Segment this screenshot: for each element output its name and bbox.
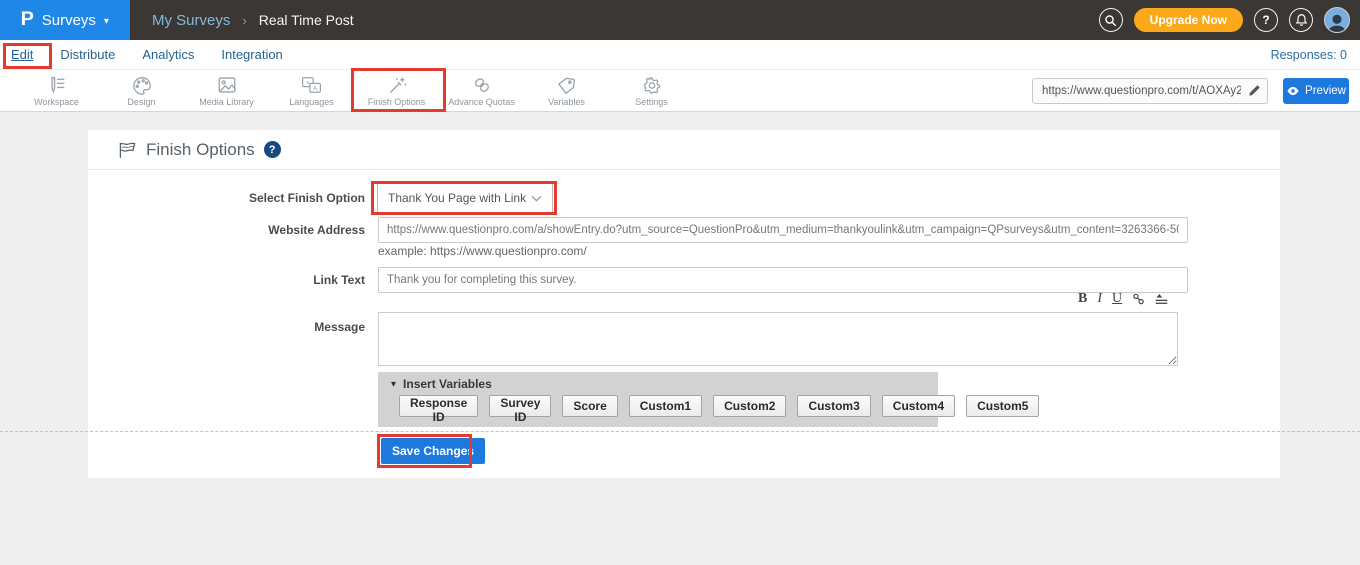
link-text-input[interactable] bbox=[378, 267, 1188, 293]
notifications-button[interactable] bbox=[1289, 8, 1313, 32]
user-avatar[interactable] bbox=[1324, 7, 1350, 33]
bell-icon bbox=[1295, 13, 1308, 27]
variable-button-custom2[interactable]: Custom2 bbox=[713, 395, 786, 417]
variable-button-custom4[interactable]: Custom4 bbox=[882, 395, 955, 417]
finish-options-help-icon[interactable]: ? bbox=[264, 141, 281, 158]
message-editor-toolbar: B I U bbox=[1078, 292, 1168, 306]
variable-button-response-id[interactable]: Response ID bbox=[399, 395, 478, 417]
toolbar-items: Workspace Design Media Library xA Langua… bbox=[14, 70, 694, 112]
breadcrumb-separator: › bbox=[242, 13, 246, 28]
panel-header: Finish Options ? bbox=[88, 130, 1280, 170]
question-mark-icon: ? bbox=[1262, 13, 1269, 27]
eye-icon bbox=[1286, 86, 1300, 96]
survey-url-input[interactable] bbox=[1032, 78, 1268, 104]
link-button[interactable] bbox=[1132, 293, 1145, 305]
edit-toolbar: Workspace Design Media Library xA Langua… bbox=[0, 70, 1360, 112]
message-label: Message bbox=[88, 320, 365, 334]
tabs-list: Edit Distribute Analytics Integration bbox=[0, 47, 283, 62]
website-address-label: Website Address bbox=[88, 223, 365, 237]
toolbar-item-variables[interactable]: Variables bbox=[524, 70, 609, 112]
insert-variables-title: Insert Variables bbox=[403, 377, 492, 391]
website-address-input[interactable] bbox=[378, 217, 1188, 243]
chevron-down-icon bbox=[531, 195, 542, 202]
survey-url-field bbox=[1032, 78, 1268, 104]
page-title: Finish Options bbox=[146, 140, 255, 160]
link-icon bbox=[1132, 293, 1145, 305]
preview-button[interactable]: Preview bbox=[1283, 78, 1349, 104]
website-example-text: example: https://www.questionpro.com/ bbox=[378, 244, 587, 258]
topbar-actions: Upgrade Now ? bbox=[1099, 7, 1360, 33]
bold-button[interactable]: B bbox=[1078, 292, 1087, 306]
toolbar-item-media-library[interactable]: Media Library bbox=[184, 70, 269, 112]
toolbar-item-workspace[interactable]: Workspace bbox=[14, 70, 99, 112]
underline-button[interactable]: U bbox=[1112, 292, 1122, 306]
align-button[interactable] bbox=[1155, 293, 1168, 305]
product-switcher[interactable]: P Surveys ▾ bbox=[0, 0, 130, 40]
svg-text:A: A bbox=[313, 85, 318, 92]
finish-options-panel: Finish Options ? Select Finish Option Th… bbox=[88, 130, 1280, 478]
finish-option-select[interactable]: Thank You Page with Link bbox=[377, 183, 553, 213]
insert-variables-toggle[interactable]: ▾ Insert Variables bbox=[378, 372, 938, 391]
design-icon bbox=[132, 76, 152, 95]
help-button[interactable]: ? bbox=[1254, 8, 1278, 32]
link-text-label: Link Text bbox=[88, 273, 365, 287]
settings-icon bbox=[642, 76, 662, 95]
edit-url-button[interactable] bbox=[1247, 83, 1263, 99]
finish-option-label: Select Finish Option bbox=[88, 191, 365, 205]
section-divider bbox=[0, 431, 1360, 432]
insert-variables-panel: ▾ Insert Variables Response ID Survey ID… bbox=[378, 372, 938, 427]
toolbar-item-advance-quotas[interactable]: Advance Quotas bbox=[439, 70, 524, 112]
collapse-triangle-icon: ▾ bbox=[391, 379, 396, 390]
breadcrumb-current-survey: Real Time Post bbox=[259, 12, 354, 28]
tab-analytics[interactable]: Analytics bbox=[142, 47, 194, 62]
search-button[interactable] bbox=[1099, 8, 1123, 32]
top-navbar: P Surveys ▾ My Surveys › Real Time Post … bbox=[0, 0, 1360, 40]
survey-nav-tabs: Edit Distribute Analytics Integration Re… bbox=[0, 40, 1360, 70]
save-changes-button[interactable]: Save Changes bbox=[381, 438, 485, 464]
chevron-down-icon: ▾ bbox=[104, 16, 109, 27]
preview-label: Preview bbox=[1305, 85, 1346, 97]
toolbar-item-settings[interactable]: Settings bbox=[609, 70, 694, 112]
variable-button-score[interactable]: Score bbox=[562, 395, 617, 417]
responses-count[interactable]: Responses: 0 bbox=[1271, 48, 1360, 62]
product-label: Surveys bbox=[42, 12, 96, 29]
align-icon bbox=[1155, 293, 1168, 305]
upgrade-now-button[interactable]: Upgrade Now bbox=[1134, 8, 1243, 32]
toolbar-item-languages[interactable]: xA Languages bbox=[269, 70, 354, 112]
variables-icon bbox=[557, 76, 577, 95]
search-icon bbox=[1104, 14, 1117, 27]
questionpro-logo: P bbox=[21, 9, 34, 31]
pencil-icon bbox=[1247, 83, 1263, 98]
toolbar-item-design[interactable]: Design bbox=[99, 70, 184, 112]
breadcrumb-my-surveys[interactable]: My Surveys bbox=[152, 12, 230, 29]
tab-integration[interactable]: Integration bbox=[221, 47, 282, 62]
tab-distribute[interactable]: Distribute bbox=[60, 47, 115, 62]
languages-icon: xA bbox=[301, 76, 322, 95]
italic-button[interactable]: I bbox=[1097, 292, 1102, 306]
variable-button-custom3[interactable]: Custom3 bbox=[797, 395, 870, 417]
finish-flag-icon bbox=[118, 141, 137, 159]
variable-button-custom1[interactable]: Custom1 bbox=[629, 395, 702, 417]
variable-button-custom5[interactable]: Custom5 bbox=[966, 395, 1039, 417]
advance-quotas-icon bbox=[472, 76, 492, 95]
finish-options-icon bbox=[387, 76, 407, 95]
toolbar-item-finish-options[interactable]: Finish Options bbox=[354, 70, 439, 112]
person-icon bbox=[1326, 12, 1348, 32]
variable-buttons-row: Response ID Survey ID Score Custom1 Cust… bbox=[378, 391, 938, 417]
message-textarea[interactable] bbox=[378, 312, 1178, 366]
breadcrumb: My Surveys › Real Time Post bbox=[152, 12, 354, 29]
media-library-icon bbox=[217, 76, 237, 95]
variable-button-survey-id[interactable]: Survey ID bbox=[489, 395, 551, 417]
finish-option-selected-value: Thank You Page with Link bbox=[388, 191, 531, 205]
tab-edit[interactable]: Edit bbox=[11, 47, 33, 62]
workspace-icon bbox=[47, 76, 67, 95]
